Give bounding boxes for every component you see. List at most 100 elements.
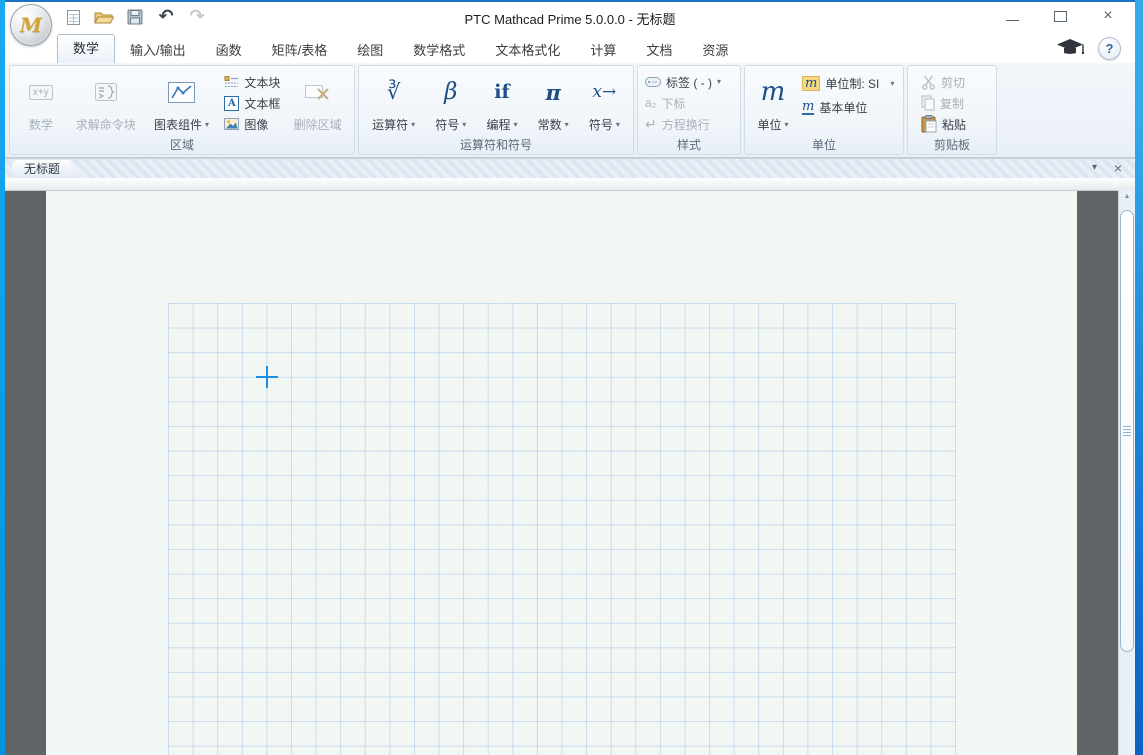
math-region-label: 数学 [29, 116, 53, 133]
clipboard-group-label: 剪贴板 [908, 138, 996, 154]
maximize-button[interactable] [1049, 6, 1071, 26]
equation-break-icon: ↵ [645, 116, 657, 133]
cursor-crosshair [266, 366, 268, 388]
app-logo-button[interactable]: M [10, 4, 52, 46]
window-border-top [0, 0, 1143, 2]
minimize-button[interactable] [1001, 6, 1023, 26]
scroll-up-arrow-icon: ▲ [1124, 193, 1131, 200]
style-group-label: 样式 [638, 138, 740, 154]
close-tab-icon[interactable]: × [1114, 160, 1122, 176]
units-group-label: 单位 [745, 138, 903, 154]
constants-button[interactable]: π 常数 ▾ [533, 68, 574, 138]
units-m-icon: m [761, 79, 786, 105]
worksheet-top-band [5, 178, 1135, 191]
equation-break-label: 方程换行 [662, 116, 710, 133]
tab-document[interactable]: 文档 [631, 38, 687, 63]
learning-center-button[interactable] [1057, 39, 1085, 57]
labels-button[interactable]: 标签 ( - ) ▾ [641, 73, 737, 92]
clipboard-group-body: 剪切 复制 粘贴 [908, 66, 996, 138]
document-tab-bar: 无标题 ▾ × [5, 158, 1135, 178]
units-group-body: m 单位 ▾ m 单位制: SI ▾ m 基本单位 [745, 66, 903, 138]
help-button[interactable]: ? [1098, 37, 1121, 60]
equation-break-button: ↵ 方程换行 [641, 115, 737, 134]
chevron-down-icon[interactable]: ▾ [890, 80, 894, 88]
solve-block-icon [95, 83, 117, 101]
symbols-label: 符号 [435, 116, 459, 133]
ribbon: x+y 数学 求解命令块 [5, 63, 1135, 158]
chevron-down-icon[interactable]: ▾ [205, 121, 209, 129]
ribbon-group-regions: x+y 数学 求解命令块 [9, 65, 355, 155]
tab-text-formatting[interactable]: 文本格式化 [480, 38, 575, 63]
chevron-down-icon[interactable]: ▾ [513, 121, 517, 129]
delete-region-label: 删除区域 [294, 116, 342, 133]
subscript-label: 下标 [661, 95, 685, 112]
paste-button[interactable]: 粘贴 [917, 115, 993, 134]
tab-input-output[interactable]: 输入/输出 [115, 38, 201, 63]
constants-label: 常数 [538, 116, 562, 133]
chevron-down-icon[interactable]: ▾ [565, 121, 569, 129]
scrollbar-grip-icon [1123, 429, 1131, 430]
chart-component-icon [168, 82, 195, 103]
solve-block-label: 求解命令块 [76, 116, 136, 133]
maximize-icon [1054, 11, 1067, 22]
ribbon-group-style: 标签 ( - ) ▾ a₂ 下标 ↵ 方程换行 样式 [637, 65, 741, 155]
operators-button[interactable]: ∛ 运算符 ▾ [367, 68, 420, 138]
base-units-icon: m [802, 100, 814, 115]
chevron-down-icon[interactable]: ▾ [462, 121, 466, 129]
close-button[interactable]: × [1097, 6, 1119, 26]
beta-icon: β [444, 79, 457, 105]
image-icon [224, 118, 239, 130]
minimize-icon [1006, 20, 1019, 21]
text-block-label: 文本块 [244, 74, 280, 91]
tab-functions[interactable]: 函数 [201, 38, 257, 63]
programming-button[interactable]: if 编程 ▾ [481, 68, 522, 138]
image-button[interactable]: 图像 [220, 115, 284, 134]
x-arrow-icon: x→ [592, 82, 616, 102]
chevron-down-icon[interactable]: ▾ [616, 121, 620, 129]
worksheet-page[interactable] [46, 191, 1077, 755]
delete-region-icon [305, 83, 330, 102]
delete-region-button: 删除区域 [284, 68, 351, 138]
chevron-down-icon[interactable]: ▾ [717, 78, 721, 86]
units-button[interactable]: m 单位 ▾ [748, 68, 798, 138]
ribbon-group-clipboard: 剪切 复制 粘贴 [907, 65, 997, 155]
tab-resources[interactable]: 资源 [687, 38, 743, 63]
tab-plots[interactable]: 绘图 [342, 38, 398, 63]
base-units-button[interactable]: m 基本单位 [798, 98, 900, 117]
chevron-down-icon[interactable]: ▾ [411, 121, 415, 129]
unit-system-button[interactable]: m 单位制: SI ▾ [798, 74, 900, 93]
unit-system-label: 单位制: SI [825, 75, 879, 92]
scrollbar-grip-icon [1123, 432, 1131, 433]
image-label: 图像 [244, 116, 268, 133]
cut-button: 剪切 [917, 73, 993, 92]
paste-label: 粘贴 [942, 116, 966, 133]
window-controls: × [1001, 6, 1119, 26]
text-block-button[interactable]: 文本块 [220, 73, 284, 92]
tab-list-dropdown-icon[interactable]: ▾ [1092, 162, 1097, 173]
tab-calculation[interactable]: 计算 [575, 38, 631, 63]
title-bar: ↶ ↷ PTC Mathcad Prime 5.0.0.0 - 无标题 × [5, 2, 1135, 30]
regions-group-label: 区域 [10, 138, 354, 154]
document-tab-untitled[interactable]: 无标题 [12, 160, 84, 179]
vertical-scrollbar[interactable]: ▲ [1118, 190, 1135, 755]
tab-matrices-tables[interactable]: 矩阵/表格 [257, 38, 343, 63]
text-box-button[interactable]: A 文本框 [220, 94, 284, 113]
pi-icon: π [545, 80, 560, 105]
chevron-down-icon[interactable]: ▾ [785, 121, 789, 129]
math-region-icon: x+y [29, 85, 53, 100]
scroll-up-button[interactable]: ▲ [1119, 190, 1135, 203]
symbols-button[interactable]: β 符号 ▾ [430, 68, 471, 138]
tab-math[interactable]: 数学 [57, 34, 115, 63]
paste-clipboard-icon [921, 115, 937, 133]
worksheet-grid[interactable] [168, 303, 956, 755]
cut-label: 剪切 [941, 74, 965, 91]
symbolics-button[interactable]: x→ 符号 ▾ [584, 68, 625, 138]
text-box-label: 文本框 [244, 95, 280, 112]
ribbon-tab-bar: 数学 输入/输出 函数 矩阵/表格 绘图 数学格式 文本格式化 计算 文档 资源… [5, 30, 1135, 65]
window-title: PTC Mathcad Prime 5.0.0.0 - 无标题 [5, 9, 1135, 28]
tab-math-formatting[interactable]: 数学格式 [398, 38, 480, 63]
chart-component-button[interactable]: 图表组件 ▾ [143, 68, 221, 138]
window-border-right [1135, 0, 1143, 755]
scrollbar-thumb[interactable] [1120, 210, 1134, 652]
ribbon-group-operators-symbols: ∛ 运算符 ▾ β 符号 ▾ if 编程 ▾ [358, 65, 634, 155]
